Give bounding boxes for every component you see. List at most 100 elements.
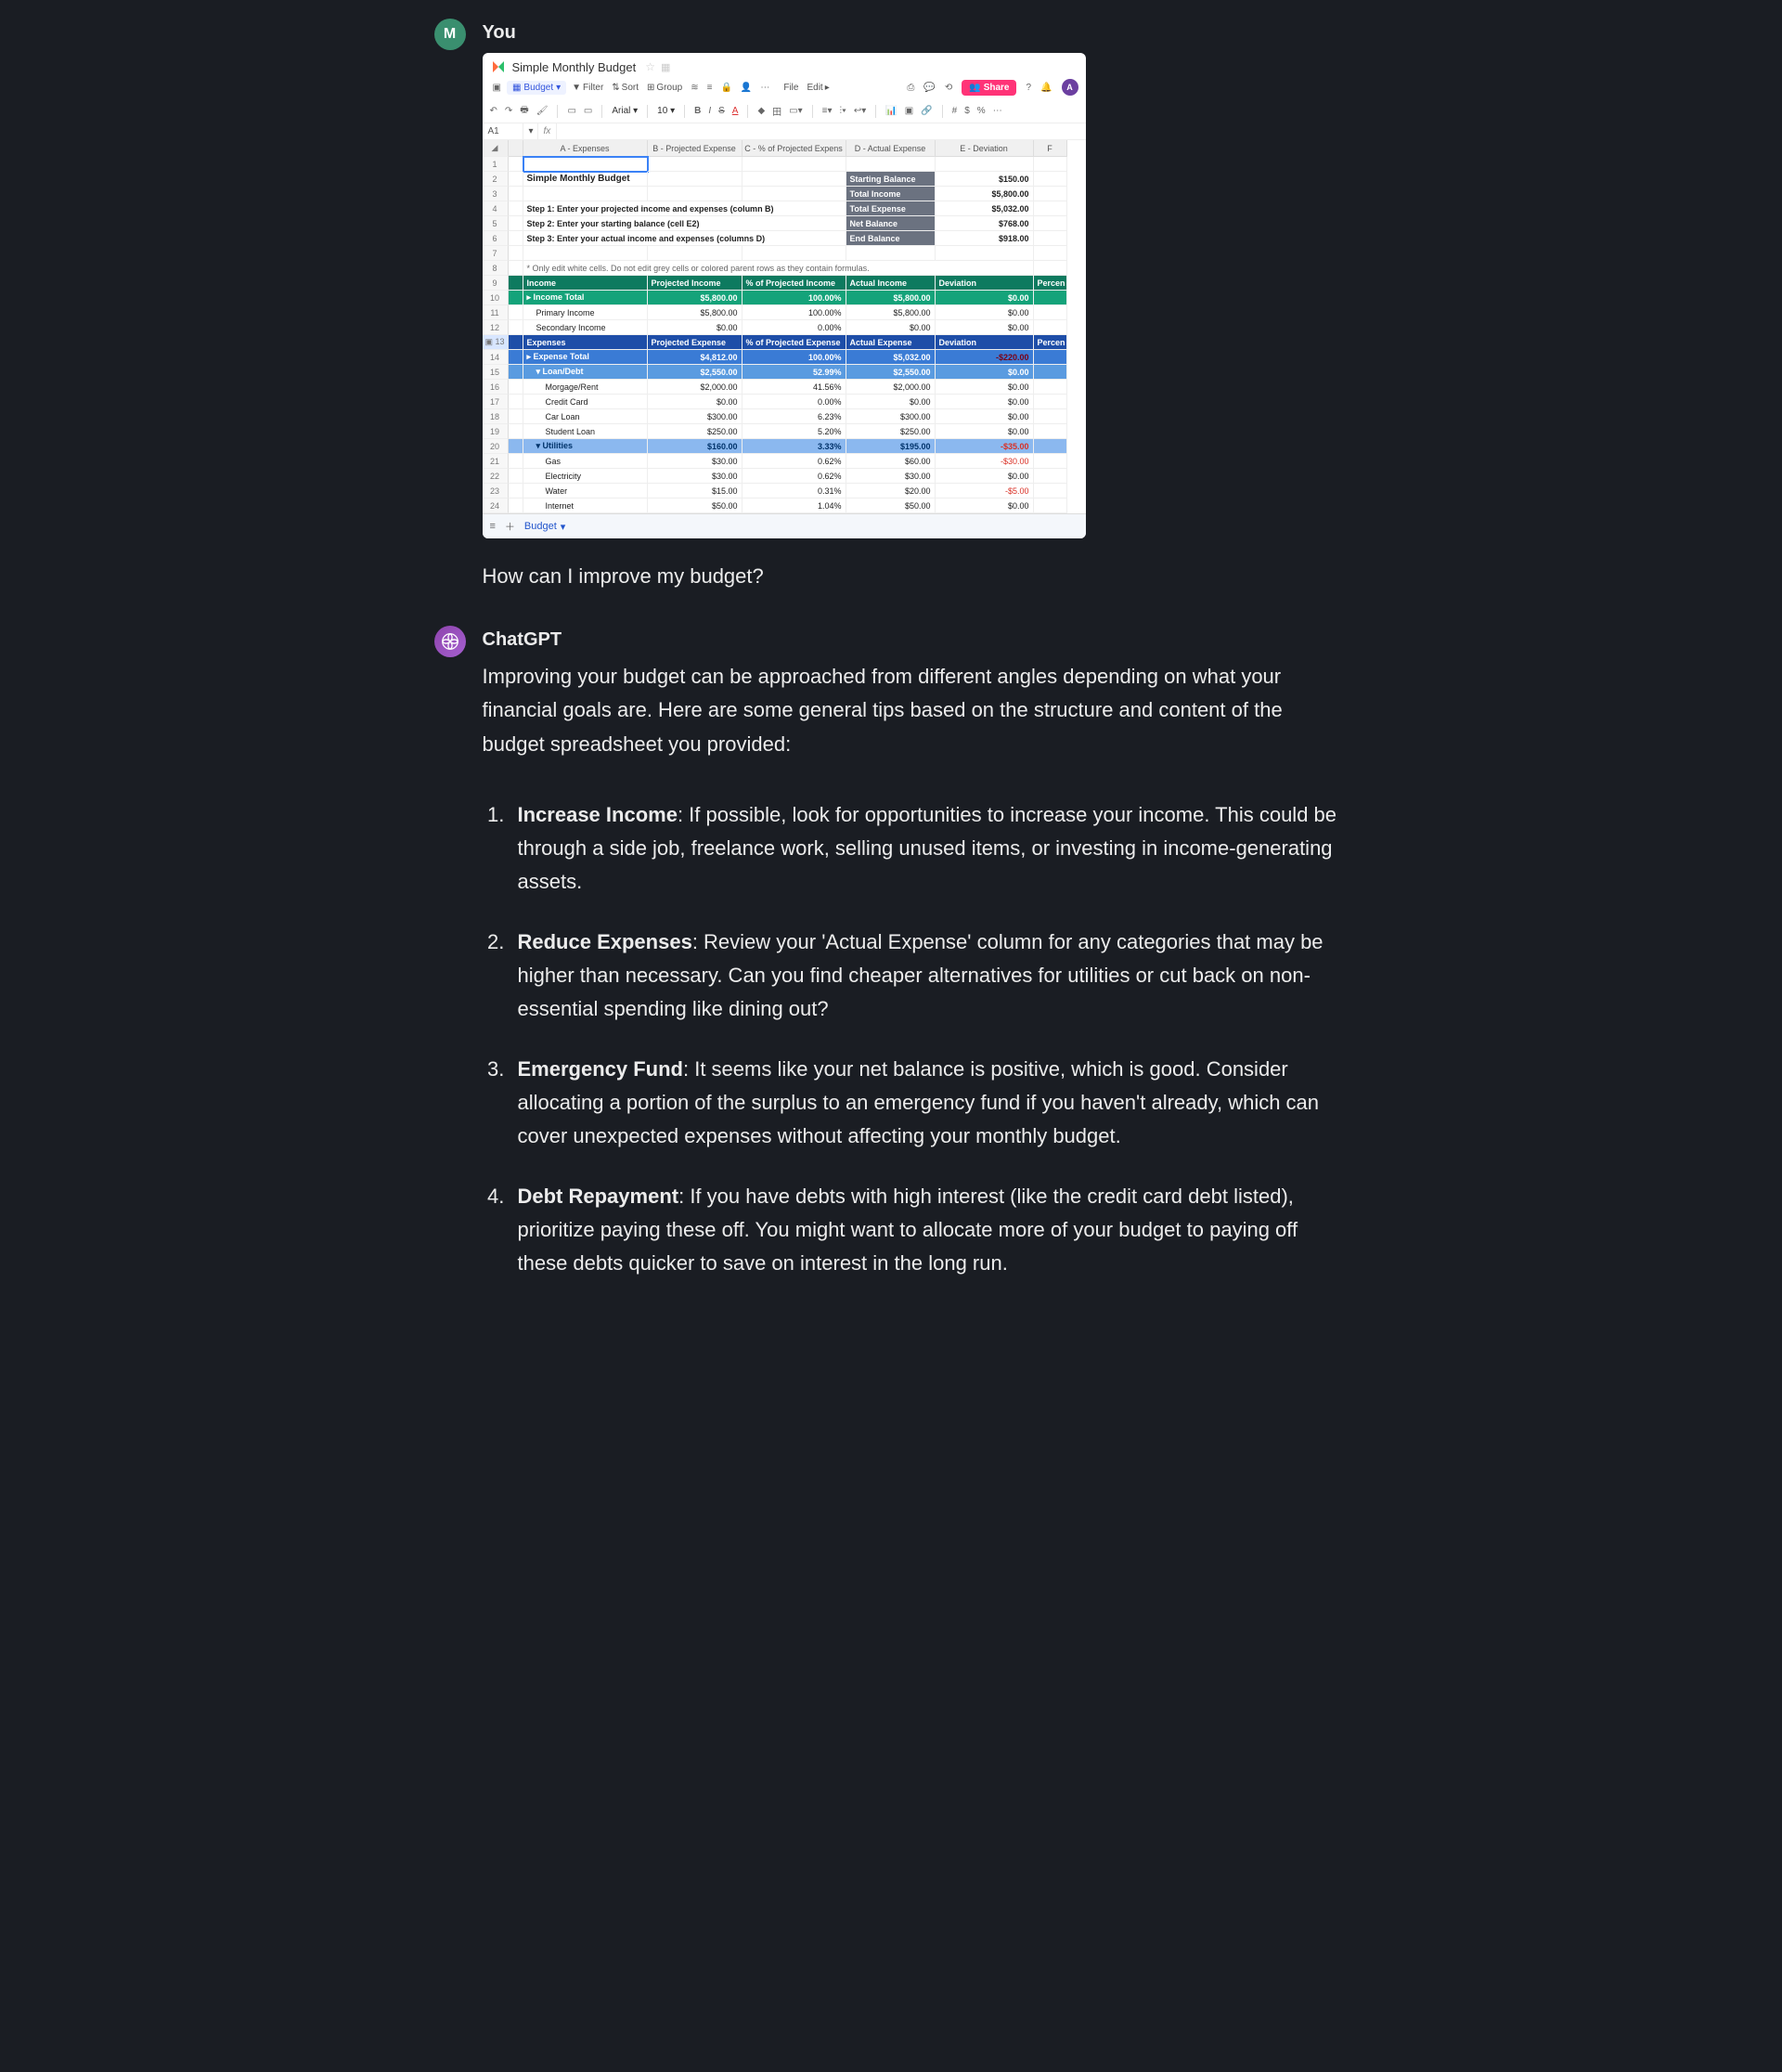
cell[interactable]: $4,812.00 — [648, 350, 742, 365]
cell[interactable] — [509, 365, 523, 380]
cell[interactable] — [509, 157, 523, 172]
cell[interactable]: $195.00 — [846, 439, 936, 454]
cell[interactable] — [936, 157, 1034, 172]
cell[interactable]: $5,800.00 — [936, 187, 1034, 201]
cell[interactable]: $5,800.00 — [846, 291, 936, 305]
cell[interactable]: $5,032.00 — [846, 350, 936, 365]
person-icon[interactable]: 👤 — [738, 81, 755, 95]
cell[interactable]: 3.33% — [742, 439, 846, 454]
cell[interactable]: $0.00 — [648, 395, 742, 409]
cell[interactable]: Car Loan — [523, 409, 648, 424]
cell[interactable]: Credit Card — [523, 395, 648, 409]
cell[interactable]: $0.00 — [936, 424, 1034, 439]
image-icon[interactable]: ▣ — [905, 106, 913, 116]
cell[interactable]: Secondary Income — [523, 320, 648, 335]
cell[interactable] — [1034, 469, 1067, 484]
cell[interactable] — [1034, 305, 1067, 320]
cell[interactable] — [1034, 172, 1067, 187]
cell[interactable]: $2,000.00 — [648, 380, 742, 395]
cell[interactable] — [509, 201, 523, 216]
cell[interactable]: $0.00 — [846, 320, 936, 335]
cell[interactable] — [1034, 439, 1067, 454]
cell[interactable] — [509, 409, 523, 424]
cell[interactable] — [509, 231, 523, 246]
cell[interactable] — [523, 157, 648, 172]
sheets-list-icon[interactable]: ≡ — [490, 521, 496, 532]
textcolor-icon[interactable]: A — [732, 106, 739, 116]
cell[interactable] — [1034, 157, 1067, 172]
cell[interactable] — [509, 395, 523, 409]
cell[interactable]: Projected Income — [648, 276, 742, 291]
sidebar-toggle-icon[interactable]: ▣ — [490, 81, 504, 95]
star-icon[interactable]: ☆ — [645, 60, 655, 73]
cell[interactable] — [1034, 395, 1067, 409]
cell[interactable]: Step 3: Enter your actual income and exp… — [523, 231, 846, 246]
cell[interactable]: End Balance — [846, 231, 936, 246]
cell[interactable] — [1034, 365, 1067, 380]
cell[interactable] — [742, 187, 846, 201]
cell[interactable] — [1034, 187, 1067, 201]
paint-icon[interactable]: 🖌 — [536, 106, 549, 116]
bold-icon[interactable]: B — [694, 106, 701, 116]
undo-icon[interactable]: ↶ — [490, 106, 497, 116]
add-sheet-icon[interactable]: ＋ — [505, 519, 515, 534]
halign-icon[interactable]: ≡▾ — [822, 106, 833, 116]
cell[interactable] — [1034, 484, 1067, 499]
fill-icon[interactable]: ◆ — [757, 106, 765, 116]
cell[interactable] — [509, 305, 523, 320]
cell[interactable]: -$30.00 — [936, 454, 1034, 469]
cell[interactable] — [509, 246, 523, 261]
cell[interactable] — [1034, 454, 1067, 469]
cell[interactable]: $300.00 — [648, 409, 742, 424]
chart-icon[interactable]: 📊 — [885, 106, 897, 116]
cell[interactable] — [509, 187, 523, 201]
link-icon[interactable]: 🔗 — [921, 106, 932, 116]
zoom-icon[interactable]: ▭ — [567, 106, 575, 116]
cell[interactable] — [509, 320, 523, 335]
cell[interactable] — [509, 335, 523, 350]
redo-icon[interactable]: ↷ — [505, 106, 512, 116]
cell[interactable]: $2,550.00 — [846, 365, 936, 380]
bell-icon[interactable]: 🔔 — [1040, 83, 1052, 93]
cell[interactable]: $30.00 — [648, 454, 742, 469]
cell[interactable]: $0.00 — [846, 395, 936, 409]
cell[interactable] — [509, 216, 523, 231]
italic-icon[interactable]: I — [708, 106, 711, 116]
cell[interactable]: Net Balance — [846, 216, 936, 231]
view-chip[interactable]: ▦ Budget ▾ — [507, 81, 566, 95]
wrap-icon[interactable]: ↩▾ — [854, 106, 866, 116]
cell[interactable]: -$5.00 — [936, 484, 1034, 499]
cell[interactable]: 0.31% — [742, 484, 846, 499]
cell[interactable] — [523, 187, 648, 201]
cell[interactable] — [509, 424, 523, 439]
cell[interactable]: ▸ Expense Total — [523, 350, 648, 365]
cell[interactable] — [509, 261, 523, 276]
lock-icon[interactable]: 🔒 — [717, 81, 734, 95]
cell-reference[interactable]: A1 — [483, 123, 523, 139]
hash-icon[interactable]: # — [952, 106, 958, 116]
cell[interactable]: ▸ Income Total — [523, 291, 648, 305]
cell[interactable]: $2,550.00 — [648, 365, 742, 380]
cell[interactable]: * Only edit white cells. Do not edit gre… — [523, 261, 1034, 276]
cell[interactable]: $30.00 — [846, 469, 936, 484]
cell[interactable] — [509, 454, 523, 469]
account-avatar[interactable]: A — [1062, 79, 1078, 96]
cell[interactable]: 0.00% — [742, 395, 846, 409]
cell[interactable]: $5,032.00 — [936, 201, 1034, 216]
cell[interactable]: $0.00 — [648, 320, 742, 335]
group-menu[interactable]: ⊞ Group — [644, 81, 685, 95]
cell[interactable] — [509, 439, 523, 454]
cell[interactable] — [742, 157, 846, 172]
cell[interactable]: Step 1: Enter your projected income and … — [523, 201, 846, 216]
cell[interactable]: 52.99% — [742, 365, 846, 380]
cell[interactable]: $300.00 — [846, 409, 936, 424]
cell[interactable]: Percen — [1034, 335, 1067, 350]
edit-menu[interactable]: Edit ▸ — [804, 81, 832, 95]
share-button[interactable]: 👥 Share — [962, 80, 1016, 96]
cell[interactable]: $5,800.00 — [846, 305, 936, 320]
cell[interactable]: Actual Expense — [846, 335, 936, 350]
cell[interactable]: Electricity — [523, 469, 648, 484]
column-headers[interactable]: A - Expenses B - Projected Expense C - %… — [509, 140, 1086, 157]
cell[interactable] — [1034, 291, 1067, 305]
cell[interactable]: $250.00 — [846, 424, 936, 439]
